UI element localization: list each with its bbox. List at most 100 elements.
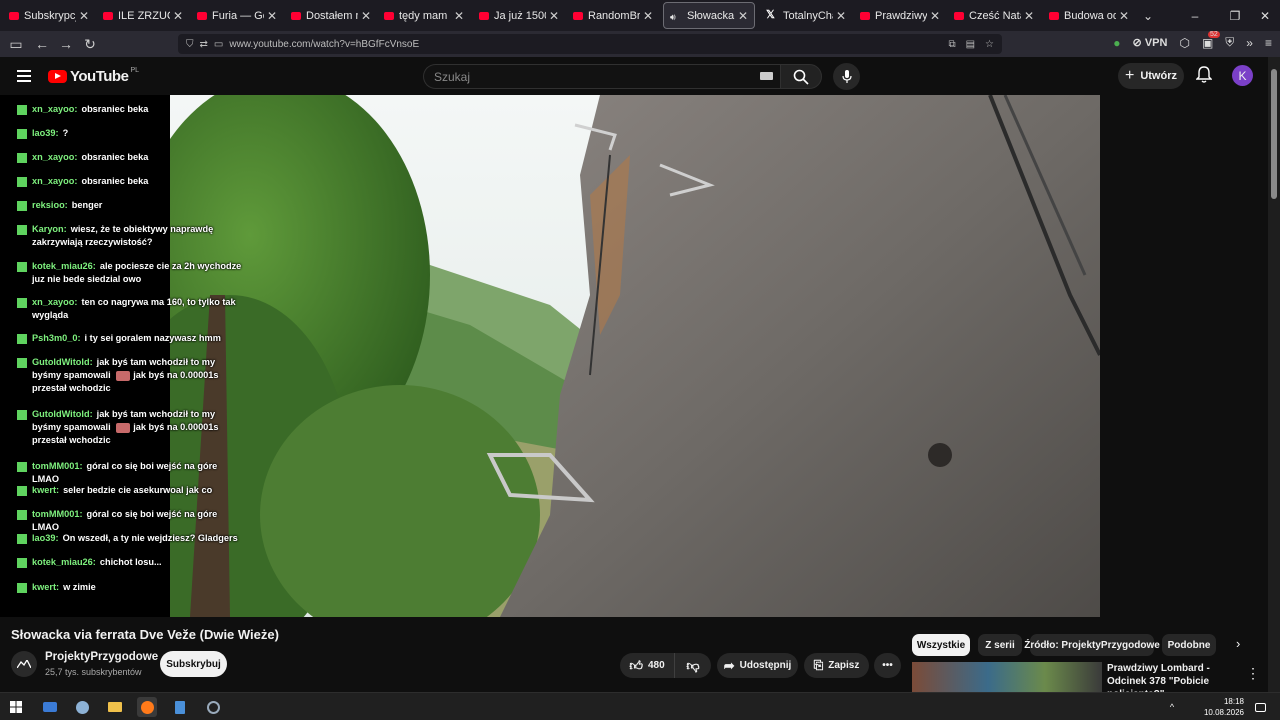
firefox-icon[interactable] [137, 697, 157, 717]
chat-text: benger [71, 200, 103, 210]
chat-username: tomMM001: [32, 461, 83, 471]
chat-text: obsraniec beka [81, 152, 149, 162]
search-input[interactable]: Szukaj [423, 64, 780, 89]
tab-close-icon[interactable]: ✕ [361, 9, 371, 23]
chat-message: lao39:? [17, 127, 242, 140]
sidebar-toggle-icon[interactable]: ▭ [4, 36, 28, 53]
tray-chevron-icon[interactable]: ^ [1162, 697, 1182, 717]
browser-tab[interactable]: Prawdziwy Lombard✕ [854, 0, 946, 31]
more-actions-button[interactable]: ••• [874, 653, 901, 678]
youtube-favicon-icon [103, 11, 113, 20]
create-button[interactable]: + Utwórz [1118, 63, 1184, 89]
tab-close-icon[interactable]: ✕ [930, 9, 940, 23]
reader-icon[interactable]: ▤ [966, 39, 975, 50]
close-window-icon[interactable]: ✕ [1250, 0, 1280, 31]
monitor-app-icon[interactable] [40, 697, 60, 717]
permissions-icon[interactable]: ⇄ [200, 39, 208, 50]
search-icon [793, 69, 809, 85]
chat-username: kwert: [32, 582, 60, 592]
tab-close-icon[interactable]: ✕ [643, 9, 653, 23]
shield-ext-icon[interactable]: ⛨ [1225, 35, 1234, 50]
bookmark-star-icon[interactable]: ☆ [985, 39, 994, 50]
maximize-icon[interactable]: ❐ [1220, 0, 1250, 31]
chat-message: tomMM001: góral co się boi wejść na góre … [17, 460, 242, 486]
vpn-button[interactable]: ⊘ VPN [1133, 36, 1168, 49]
chat-avatar-icon [17, 334, 27, 344]
chip-source[interactable]: Źródło: ProjektyPrzygodowe [1024, 634, 1160, 656]
browser-tab[interactable]: Cześć Natalka, n✕ [948, 0, 1040, 31]
address-bar[interactable]: ⛉ ⇄ ▭ www.youtube.com/watch?v=hBGfFcVnso… [178, 34, 1002, 54]
chat-username: xn_xayoo: [32, 176, 78, 186]
overflow-icon[interactable]: » [1246, 36, 1253, 50]
tab-close-icon[interactable]: ✕ [267, 9, 277, 23]
account-avatar[interactable]: K [1232, 65, 1253, 86]
pip-icon[interactable]: ⧉ [948, 39, 955, 50]
tab-close-icon[interactable]: ✕ [836, 9, 846, 23]
browser-tab[interactable]: 𝕏 TotalnyChampion✕ [760, 0, 852, 31]
browser-tab[interactable]: ILE ZRZUCILI PO✕ [97, 0, 189, 31]
page-info-icon[interactable]: ▭ [214, 39, 223, 50]
badge-count: 52 [1207, 30, 1220, 38]
tab-title: Prawdziwy Lombard [875, 9, 927, 22]
extension-icon[interactable]: ● [1113, 36, 1120, 50]
browser-tab[interactable]: 🔊︎ Słowacka via ferrata✕ [663, 2, 755, 29]
calculator-icon[interactable] [170, 697, 190, 717]
system-clock[interactable]: 18:18 10.08.2026 [1204, 696, 1244, 718]
youtube-favicon-icon [384, 11, 394, 20]
chip-all[interactable]: Wszystkie [912, 634, 970, 656]
keyboard-icon[interactable] [760, 72, 773, 80]
share-button[interactable]: ➦ Udostępnij [717, 653, 798, 678]
tab-close-icon[interactable]: ✕ [173, 9, 183, 23]
browser-tab[interactable]: RandomBrucetv✕ [567, 0, 659, 31]
browser-tab[interactable]: Furia — Golfiarz✕ [191, 0, 283, 31]
chip-series[interactable]: Z serii [978, 634, 1022, 656]
notifications-bell-icon[interactable] [1195, 66, 1213, 89]
like-button[interactable]: 👍︎ 480 [620, 653, 674, 678]
tab-title: TotalnyChampion [783, 9, 833, 22]
tab-close-icon[interactable]: ✕ [79, 9, 89, 23]
youtube-logo[interactable]: YouTube PL [48, 67, 139, 85]
snipping-tool-icon[interactable] [203, 697, 223, 717]
tab-close-icon[interactable]: ✕ [738, 9, 748, 23]
tab-list-icon[interactable]: ⌄ [1128, 0, 1168, 31]
forward-icon[interactable]: → [54, 36, 78, 52]
hamburger-menu-icon[interactable] [17, 70, 31, 85]
browser-tab[interactable]: Dostałem nagano✕ [285, 0, 377, 31]
page-scrollbar[interactable] [1268, 57, 1280, 692]
clock-date: 10.08.2026 [1203, 708, 1244, 717]
dislike-button[interactable]: 👎︎ [674, 653, 711, 678]
file-explorer-icon[interactable] [105, 697, 125, 717]
tab-close-icon[interactable]: ✕ [549, 9, 559, 23]
browser-tab[interactable]: Budowa odpowie✕ [1043, 0, 1135, 31]
chat-avatar-icon [17, 177, 27, 187]
url-text[interactable]: www.youtube.com/watch?v=hBGfFcVnsoE [229, 39, 419, 50]
tab-close-icon[interactable]: ✕ [454, 9, 464, 23]
browser-tab[interactable]: Subskrypcje - YouTube✕ [3, 0, 95, 31]
notification-badge-icon[interactable]: ▣ 52 [1202, 30, 1220, 50]
browser-tab[interactable]: tędy mam bliżej✕ [378, 0, 470, 31]
chip-similar[interactable]: Podobne [1162, 634, 1216, 656]
subscribe-button[interactable]: Subskrybuj [160, 651, 227, 677]
browser-tab[interactable]: Ja już 1500 zł pł✕ [473, 0, 565, 31]
minimize-icon[interactable]: – [1180, 0, 1210, 31]
channel-avatar[interactable] [11, 651, 37, 677]
save-button[interactable]: ⎘ Zapisz [804, 653, 869, 678]
extensions-icon[interactable]: ⬡ [1179, 36, 1189, 50]
tab-close-icon[interactable]: ✕ [1024, 9, 1034, 23]
menu-icon[interactable]: ≡ [1265, 36, 1272, 50]
voice-search-button[interactable] [833, 63, 860, 90]
chat-username: kotek_miau26: [32, 557, 96, 567]
windows-start-icon[interactable] [6, 697, 26, 717]
recommended-thumbnail[interactable] [912, 662, 1102, 692]
browser-tab-bar: Subskrypcje - YouTube✕ILE ZRZUCILI PO✕Fu… [0, 0, 1280, 31]
channel-name[interactable]: ProjektyPrzygodowe [45, 651, 158, 663]
reload-icon[interactable]: ↻ [78, 36, 102, 53]
back-icon[interactable]: ← [30, 36, 54, 52]
notification-center-icon[interactable] [1250, 697, 1270, 717]
steam-icon[interactable] [72, 697, 92, 717]
search-button[interactable] [780, 64, 822, 89]
more-vertical-icon[interactable]: ⋮ [1246, 665, 1260, 682]
chat-avatar-icon [17, 298, 27, 308]
chevron-right-icon[interactable]: › [1236, 636, 1240, 651]
x-logo-icon: 𝕏 [766, 9, 775, 21]
